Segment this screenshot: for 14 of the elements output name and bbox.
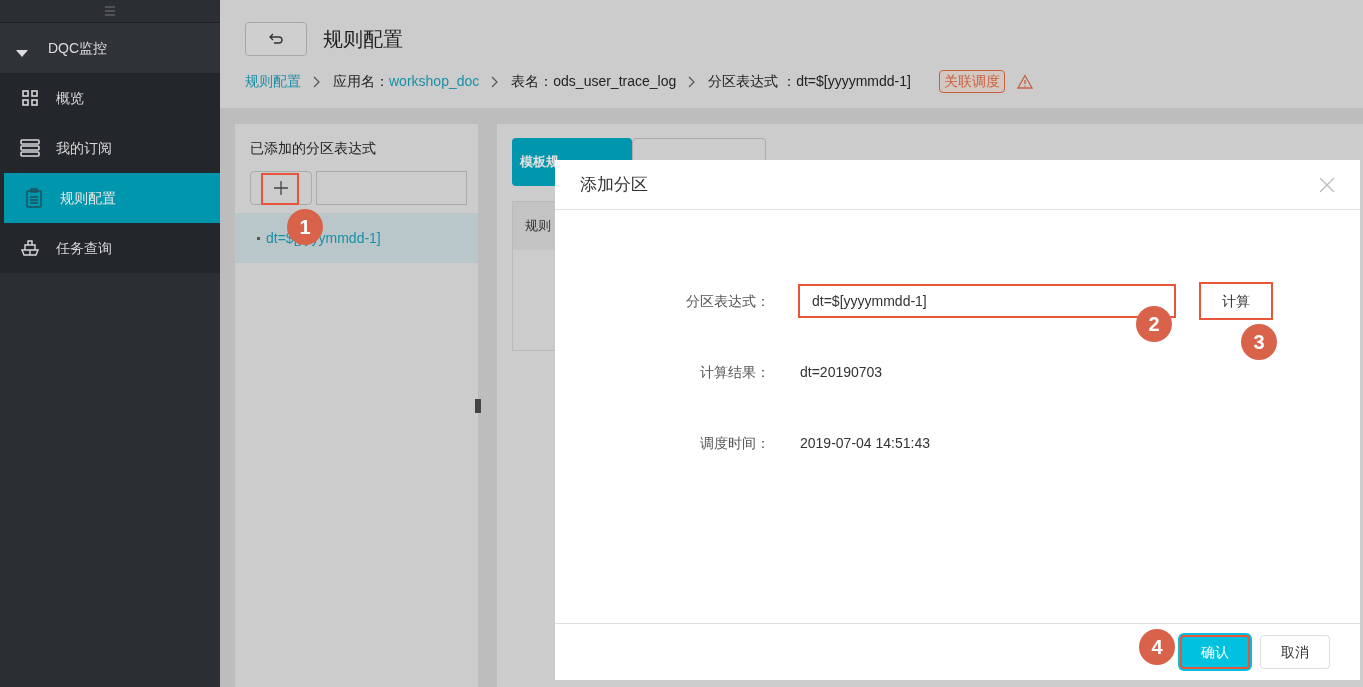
field-value: 2019-07-04 14:51:43 xyxy=(800,433,930,453)
page-title: 规则配置 xyxy=(323,27,403,52)
step-number-badge: 3 xyxy=(1241,324,1277,360)
breadcrumb-label: 应用名： xyxy=(333,72,389,91)
step-number-badge: 4 xyxy=(1139,629,1175,665)
breadcrumb-text: 分区表达式 ：dt=$[yyyymmdd-1] xyxy=(708,72,911,91)
field-label: 调度时间： xyxy=(699,433,770,453)
step-number-badge: 2 xyxy=(1136,306,1172,342)
dialog-title: 添加分区 xyxy=(580,173,648,196)
field-value: dt=20190703 xyxy=(800,362,883,382)
field-label: 计算结果： xyxy=(699,362,770,382)
panel-title: 已添加的分区表达式 xyxy=(249,139,377,158)
breadcrumb-text: 表名：ods_user_trace_log xyxy=(511,72,677,91)
field-label: 分区表达式： xyxy=(685,291,770,311)
